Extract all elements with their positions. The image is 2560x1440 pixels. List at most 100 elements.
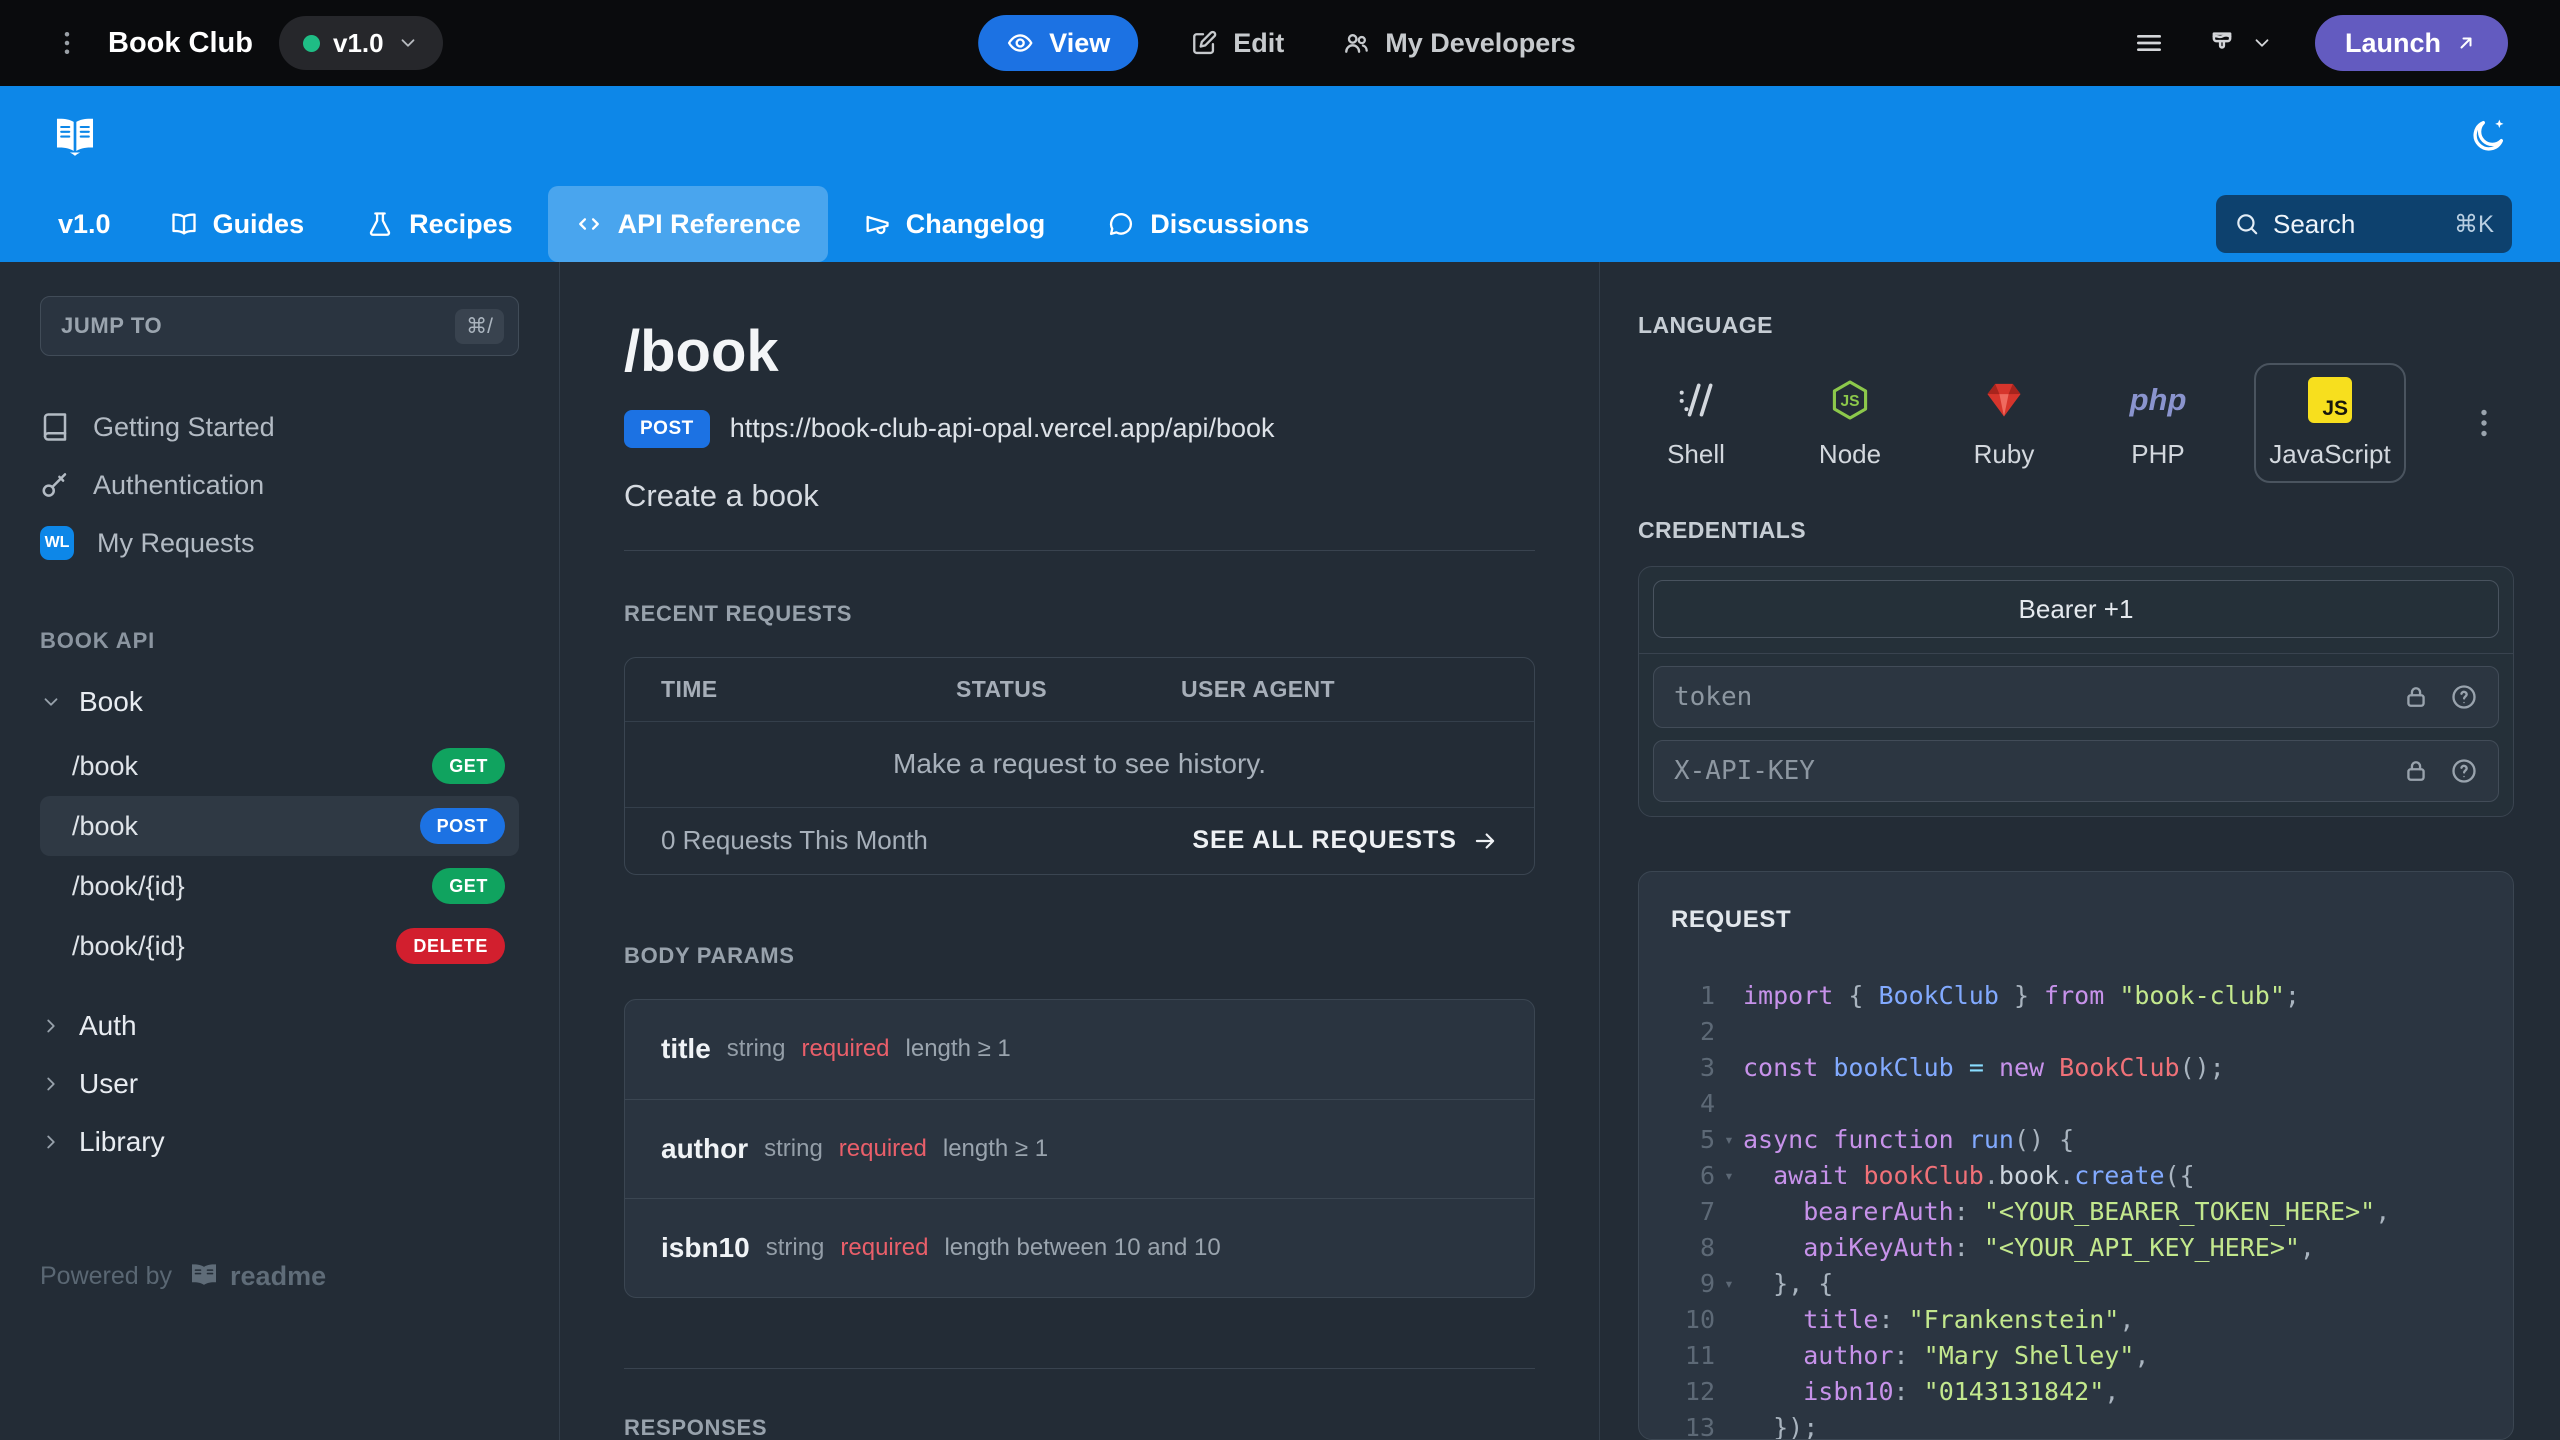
dark-mode-toggle-moon-icon[interactable] bbox=[2468, 116, 2508, 156]
jump-to-button[interactable]: JUMP TO ⌘/ bbox=[40, 296, 519, 356]
endpoint-book-id-delete[interactable]: /book/{id} DELETE bbox=[40, 916, 519, 976]
code-text: apiKeyAuth: "<YOUR_API_KEY_HERE>", bbox=[1803, 1233, 2315, 1262]
code-text: title: "Frankenstein", bbox=[1803, 1305, 2135, 1334]
body: JUMP TO ⌘/ Getting Started Authenticatio… bbox=[0, 262, 2560, 1440]
tab-guides[interactable]: Guides bbox=[143, 186, 332, 262]
credential-input-x-api-key[interactable]: X-API-KEY bbox=[1653, 740, 2499, 802]
fold-toggle-icon bbox=[1715, 1230, 1743, 1266]
lock-icon bbox=[2402, 757, 2430, 785]
fold-toggle-icon[interactable]: ▾ bbox=[1715, 1158, 1743, 1194]
param-constraint: length ≥ 1 bbox=[942, 1134, 1049, 1162]
fold-toggle-icon bbox=[1715, 1086, 1743, 1122]
param-row-isbn10[interactable]: isbn10 string required length between 10… bbox=[625, 1197, 1534, 1297]
my-developers-label: My Developers bbox=[1385, 27, 1576, 58]
bearer-auth-button[interactable]: Bearer +1 bbox=[1653, 580, 2499, 638]
tab-label: Discussions bbox=[1150, 208, 1310, 239]
version-selector[interactable]: v1.0 bbox=[279, 16, 443, 70]
divider bbox=[624, 549, 1535, 551]
tab-changelog[interactable]: Changelog bbox=[836, 186, 1073, 262]
tab-api-reference[interactable]: API Reference bbox=[547, 186, 828, 262]
my-developers-button[interactable]: My Developers bbox=[1336, 27, 1582, 60]
endpoint-book-post[interactable]: /book POST bbox=[40, 796, 519, 856]
request-code-block[interactable]: 1 import { BookClub } from "book-club"; … bbox=[1671, 978, 2513, 1440]
code-line: 13 }); bbox=[1671, 1410, 2513, 1440]
sidebar-group-user[interactable]: User bbox=[40, 1060, 519, 1108]
param-row-title[interactable]: title string required length ≥ 1 bbox=[625, 1000, 1534, 1099]
sidebar-group-library[interactable]: Library bbox=[40, 1118, 519, 1166]
endpoint-book-get[interactable]: /book GET bbox=[40, 736, 519, 796]
search-input[interactable]: Search ⌘K bbox=[2216, 195, 2512, 253]
endpoint-book-id-get[interactable]: /book/{id} GET bbox=[40, 856, 519, 916]
fold-toggle-icon[interactable]: ▾ bbox=[1715, 1122, 1743, 1158]
recent-requests-label: RECENT REQUESTS bbox=[624, 600, 853, 626]
launch-button-label: Launch bbox=[2344, 27, 2441, 58]
sidebar-group-label: Book bbox=[79, 686, 143, 717]
language-option-javascript[interactable]: JS JavaScript bbox=[2254, 363, 2406, 483]
project-menu-icon[interactable] bbox=[52, 28, 82, 58]
language-option-ruby[interactable]: Ruby bbox=[1946, 363, 2062, 483]
sidebar-item-getting-started[interactable]: Getting Started bbox=[40, 398, 519, 456]
sidebar-item-authentication[interactable]: Authentication bbox=[40, 456, 519, 514]
line-number: 7 bbox=[1699, 1197, 1715, 1226]
line-number: 3 bbox=[1699, 1053, 1715, 1082]
screen: Book Club v1.0 View Edit My Developers L… bbox=[0, 0, 2560, 1440]
readme-brand-name: readme bbox=[230, 1260, 327, 1291]
language-options: Shell JS Node Ruby php PHP JS JavaScript bbox=[1638, 363, 2406, 483]
code-text: }, { bbox=[1743, 1269, 1834, 1298]
code-text: async function run() { bbox=[1743, 1125, 2075, 1154]
avatar: WL bbox=[40, 526, 74, 560]
sidebar-group-book[interactable]: Book bbox=[40, 678, 519, 726]
sidebar-item-label: My Requests bbox=[97, 527, 255, 558]
tab-recipes[interactable]: Recipes bbox=[339, 186, 540, 262]
tab-label: API Reference bbox=[617, 208, 801, 239]
menu-icon[interactable] bbox=[2133, 27, 2165, 59]
edit-button-label: Edit bbox=[1233, 27, 1285, 58]
credential-placeholder: X-API-KEY bbox=[1674, 756, 1815, 786]
sidebar-endpoints: /book GET /book POST /book/{id} GET /boo… bbox=[40, 736, 519, 976]
appearance-control[interactable] bbox=[2207, 28, 2273, 58]
ruby-icon bbox=[1982, 376, 2026, 424]
chevron-down-icon bbox=[397, 32, 419, 54]
tab-discussions[interactable]: Discussions bbox=[1080, 186, 1336, 262]
code-text: const bookClub = new BookClub(); bbox=[1743, 1053, 2225, 1082]
language-option-php[interactable]: php PHP bbox=[2100, 363, 2216, 483]
language-option-shell[interactable]: Shell bbox=[1638, 363, 1754, 483]
language-option-node[interactable]: JS Node bbox=[1792, 363, 1908, 483]
search-icon bbox=[2234, 211, 2260, 237]
param-required-flag: required bbox=[838, 1134, 927, 1162]
page-title: /book bbox=[624, 319, 779, 384]
param-name: title bbox=[661, 1033, 711, 1065]
sidebar-item-my-requests[interactable]: WL My Requests bbox=[40, 514, 519, 572]
fold-toggle-icon[interactable]: ▾ bbox=[1715, 1266, 1743, 1302]
view-button-label: View bbox=[1049, 27, 1111, 58]
credential-fields: token X-API-KEY bbox=[1653, 666, 2499, 802]
method-badge-post: POST bbox=[419, 808, 505, 844]
help-circle-icon[interactable] bbox=[2450, 757, 2478, 785]
js-icon: JS bbox=[2308, 376, 2352, 424]
more-languages-kebab-icon[interactable] bbox=[2466, 405, 2502, 441]
request-label: REQUEST bbox=[1671, 906, 1792, 933]
readme-wordmark: readme bbox=[188, 1260, 326, 1292]
line-number: 13 bbox=[1684, 1413, 1715, 1440]
see-all-requests-link[interactable]: SEE ALL REQUESTS bbox=[1192, 826, 1498, 855]
endpoint-method-row: POST https://book-club-api-opal.vercel.a… bbox=[624, 409, 1535, 448]
line-number: 10 bbox=[1684, 1305, 1715, 1334]
credential-input-token[interactable]: token bbox=[1653, 666, 2499, 728]
param-constraint: length between 10 and 10 bbox=[944, 1233, 1221, 1261]
topbar-mode-switch: View Edit My Developers bbox=[978, 0, 1582, 86]
launch-button[interactable]: Launch bbox=[2314, 15, 2508, 71]
language-option-label: Ruby bbox=[1973, 439, 2035, 469]
code-line: 6 ▾ await bookClub.book.create({ bbox=[1671, 1158, 2513, 1194]
powered-by-readme[interactable]: Powered by readme bbox=[40, 1260, 519, 1292]
view-button[interactable]: View bbox=[978, 15, 1139, 71]
project-logo-book-icon[interactable] bbox=[52, 113, 98, 159]
param-row-author[interactable]: author string required length ≥ 1 bbox=[625, 1098, 1534, 1198]
endpoint-path: /book bbox=[72, 810, 139, 841]
line-number: 11 bbox=[1684, 1341, 1715, 1370]
endpoint-url[interactable]: https://book-club-api-opal.vercel.app/ap… bbox=[730, 413, 1275, 444]
fold-toggle-icon bbox=[1715, 978, 1743, 1014]
edit-button[interactable]: Edit bbox=[1184, 27, 1290, 60]
sidebar-group-auth[interactable]: Auth bbox=[40, 1002, 519, 1050]
nav-version-label[interactable]: v1.0 bbox=[52, 186, 135, 262]
help-circle-icon[interactable] bbox=[2450, 683, 2478, 711]
